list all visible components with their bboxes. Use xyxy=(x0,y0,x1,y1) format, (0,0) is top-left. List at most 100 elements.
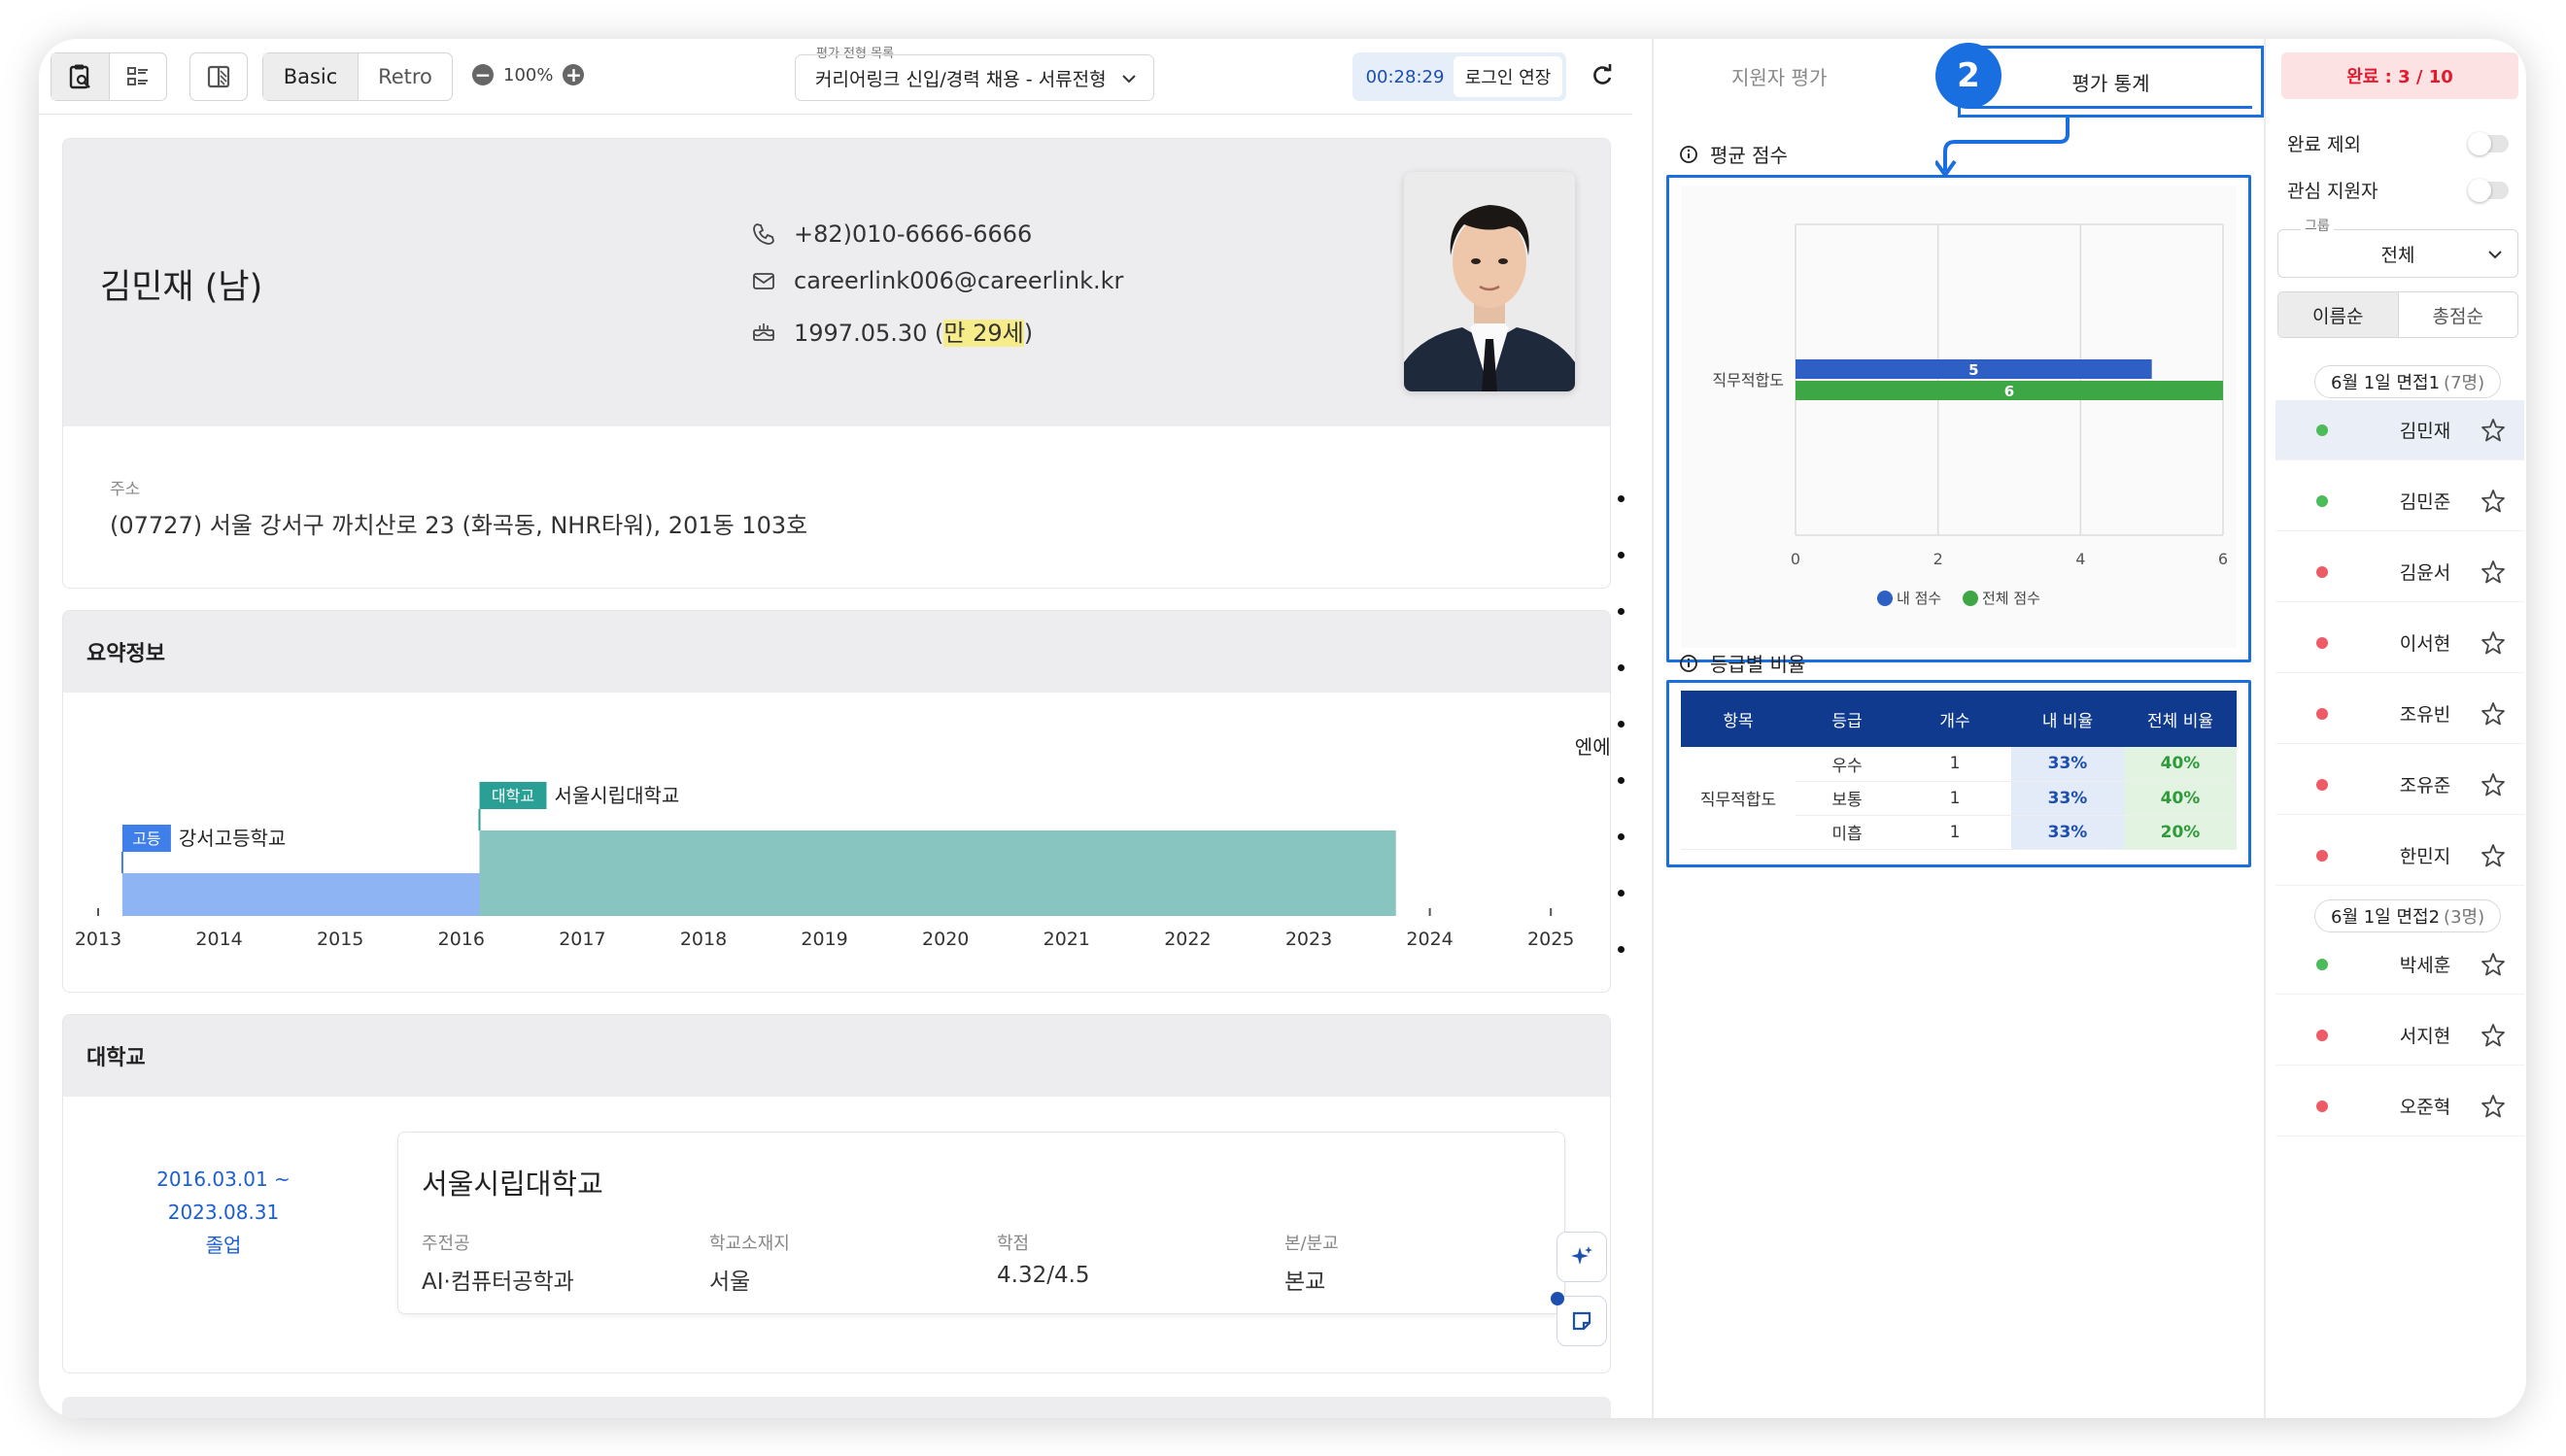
rail-dot xyxy=(1618,608,1625,615)
status-dot xyxy=(2316,1100,2328,1112)
chart-legend-label: 전체 점수 xyxy=(1982,590,2040,607)
interest-toggle[interactable] xyxy=(2468,178,2509,202)
clipboard-search-icon xyxy=(70,64,91,89)
tab-eval-stats[interactable]: 평가 통계 xyxy=(1958,46,2264,118)
timeline-year-label: 2013 xyxy=(75,929,121,950)
university-period: 2016.03.01 ~ 2023.08.31 xyxy=(156,1168,291,1224)
tab-applicant-eval[interactable]: 지원자 평가 xyxy=(1731,62,1827,90)
group-select-caption: 그룹 xyxy=(2301,216,2334,235)
star-icon[interactable] xyxy=(2480,951,2507,978)
toolbar: Basic Retro − 100% + 평가 전형 목록 커리어링크 신입/경… xyxy=(39,39,1632,115)
group-label: 6월 1일 면접2 (3명) xyxy=(2314,899,2502,932)
star-icon[interactable] xyxy=(2480,1093,2507,1120)
candidate-item[interactable]: 김민준 xyxy=(2275,471,2524,531)
status-dot xyxy=(2316,636,2328,649)
group-select-dropdown[interactable]: 전체 xyxy=(2277,229,2518,278)
star-icon[interactable] xyxy=(2480,1022,2507,1049)
location-field: 학교소재지 서울 xyxy=(709,1230,790,1296)
extend-login-button[interactable]: 로그인 연장 xyxy=(1454,56,1562,97)
grade-ratio-table-frame: 항목 등급 개수 내 비율 전체 비율 직무적합도 우수 1 33% 40% 보… xyxy=(1666,680,2251,867)
chevron-down-icon xyxy=(2488,251,2502,259)
count-cell: 1 xyxy=(1899,747,2011,782)
chart-legend-marker xyxy=(1877,591,1893,606)
exclude-done-row: 완료 제외 xyxy=(2287,130,2509,156)
candidate-item[interactable]: 조유빈 xyxy=(2275,684,2524,744)
chart-legend-label: 내 점수 xyxy=(1897,590,1941,607)
address-label: 주소 xyxy=(110,480,141,499)
candidate-item[interactable]: 오준혁 xyxy=(2275,1076,2524,1136)
tab-eval-stats-label: 평가 통계 xyxy=(2071,71,2150,95)
candidate-item[interactable]: 한민지 xyxy=(2275,826,2524,886)
avg-score-bar-chart: 0 2 4 6 직무적합도 5 6 내 점수 전체 점수 xyxy=(1712,223,2228,607)
retro-view-button[interactable]: Retro xyxy=(358,53,452,100)
list-view-button[interactable] xyxy=(108,53,166,100)
gpa-label: 학점 xyxy=(997,1234,1030,1254)
sort-by-name-button[interactable]: 이름순 xyxy=(2278,292,2398,337)
star-icon[interactable] xyxy=(2480,417,2507,444)
exclude-done-toggle[interactable] xyxy=(2468,131,2509,155)
candidate-name: 김민준 xyxy=(2399,491,2451,513)
candidate-name: 오준혁 xyxy=(2399,1097,2451,1118)
chart-data-label: 6 xyxy=(2004,383,2014,400)
zoom-level: 100% xyxy=(503,64,554,85)
chart-x-tick-label: 6 xyxy=(2218,550,2228,568)
header-item: 항목 xyxy=(1681,691,1796,747)
email-row: careerlink006@careerlink.kr xyxy=(751,267,1123,294)
split-layout-button[interactable] xyxy=(190,53,247,100)
phone-icon xyxy=(753,223,774,245)
interest-label: 관심 지원자 xyxy=(2287,181,2378,202)
candidate-item[interactable]: 김민재 xyxy=(2275,400,2524,460)
zoom-in-button[interactable]: + xyxy=(563,64,585,85)
completion-badge: 완료 : 3 / 10 xyxy=(2281,52,2518,99)
table-row: 직무적합도 우수 1 33% 40% xyxy=(1681,747,2237,850)
table-header-row: 항목 등급 개수 내 비율 전체 비율 xyxy=(1681,691,2237,747)
candidate-item[interactable]: 서지현 xyxy=(2275,1005,2524,1066)
candidate-item[interactable]: 조유준 xyxy=(2275,755,2524,815)
rail-dot xyxy=(1618,890,1625,897)
all-ratio-cell: 20% xyxy=(2124,815,2237,850)
theme-toggle-group: Basic Retro xyxy=(262,52,453,101)
ai-assist-button[interactable] xyxy=(1557,1232,1607,1282)
zoom-out-button[interactable]: − xyxy=(472,64,494,85)
star-icon[interactable] xyxy=(2480,559,2507,586)
applicant-detail-pane: Basic Retro − 100% + 평가 전형 목록 커리어링크 신입/경… xyxy=(39,39,1632,1418)
basic-view-button[interactable]: Basic xyxy=(263,53,358,100)
candidate-item[interactable]: 이서현 xyxy=(2275,613,2524,673)
star-icon[interactable] xyxy=(2480,488,2507,515)
university-card: 대학교 2016.03.01 ~ 2023.08.31 졸업 서울시립대학교 주… xyxy=(62,1014,1611,1373)
info-icon xyxy=(1680,654,1697,672)
star-icon[interactable] xyxy=(2480,700,2507,728)
candidate-item[interactable]: 박세훈 xyxy=(2275,934,2524,995)
eval-select-dropdown[interactable]: 커리어링크 신입/경력 채용 - 서류전형 xyxy=(795,54,1154,101)
count-cell: 1 xyxy=(1899,815,2011,850)
gpa-field: 학점 4.32/4.5 xyxy=(997,1230,1090,1288)
next-section-card xyxy=(62,1397,1611,1418)
status-dot xyxy=(2316,423,2328,436)
rail-dot xyxy=(1618,946,1625,953)
timeline-year-label: 2015 xyxy=(317,929,363,950)
status-dot xyxy=(2316,958,2328,970)
memo-indicator-dot xyxy=(1551,1292,1564,1305)
my-ratio-cell: 33% xyxy=(2011,815,2124,850)
refresh-icon[interactable] xyxy=(1589,62,1616,89)
chart-x-tick-label: 0 xyxy=(1791,550,1800,568)
list-detail-icon xyxy=(126,67,148,85)
candidate-name: 조유준 xyxy=(2399,775,2451,796)
timeline-year-label: 2021 xyxy=(1044,929,1090,950)
zoom-control: − 100% + xyxy=(472,64,585,85)
rail-dot xyxy=(1618,833,1625,840)
rail-dot xyxy=(1618,777,1625,784)
header-all-ratio: 전체 비율 xyxy=(2124,691,2237,747)
candidate-item[interactable]: 김윤서 xyxy=(2275,542,2524,602)
clipboard-view-button[interactable] xyxy=(51,53,109,100)
campus-field: 본/분교 본교 xyxy=(1284,1230,1339,1296)
sort-by-score-button[interactable]: 총점순 xyxy=(2397,292,2518,337)
campus-value: 본교 xyxy=(1284,1270,1326,1295)
star-icon[interactable] xyxy=(2480,842,2507,869)
star-icon[interactable] xyxy=(2480,771,2507,798)
star-icon[interactable] xyxy=(2480,629,2507,657)
status-dot xyxy=(2316,849,2328,862)
header-grade: 등급 xyxy=(1796,691,1899,747)
memo-button[interactable] xyxy=(1557,1296,1607,1346)
exclude-done-label: 완료 제외 xyxy=(2287,134,2361,155)
